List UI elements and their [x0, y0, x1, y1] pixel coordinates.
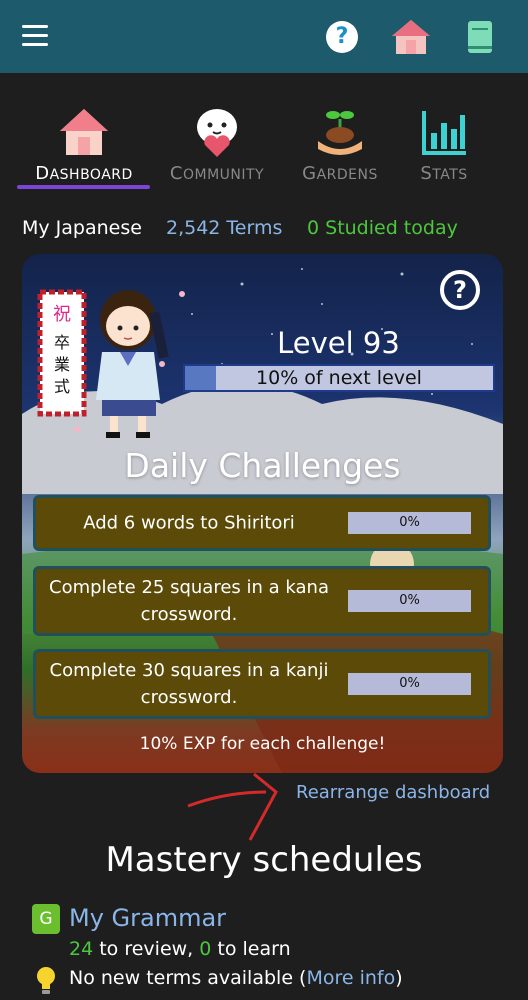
sprout-hand-icon	[318, 111, 362, 155]
no-new-terms-text: No new terms available (	[69, 967, 307, 989]
challenge-progress: 0%	[348, 590, 471, 612]
challenge-item[interactable]: Complete 25 squares in a kana crossword.…	[33, 566, 491, 636]
svg-text:業: 業	[54, 355, 70, 374]
challenge-progress: 0%	[348, 673, 471, 695]
tab-stats-cap: S	[420, 163, 433, 184]
question-circle-icon[interactable]	[326, 21, 358, 53]
challenge-text: Complete 30 squares in a kanji crossword…	[49, 660, 329, 708]
close-paren: )	[395, 967, 403, 989]
daily-challenges-title: Daily Challenges	[124, 446, 401, 485]
challenges-help-icon[interactable]	[440, 270, 480, 310]
tab-gardens-label: ARDENS	[316, 167, 378, 183]
level-label: Level 93	[277, 326, 400, 360]
red-arrow-annotation	[187, 772, 278, 841]
daily-challenges-card: 祝 卒 業 式 Level 93 10% of next level Daily…	[22, 254, 503, 773]
svg-text:祝: 祝	[53, 304, 71, 325]
top-app-bar	[0, 0, 528, 73]
svg-text:式: 式	[54, 377, 70, 396]
challenge-item[interactable]: Add 6 words to Shiritori 0%	[33, 495, 491, 551]
tab-community-cap: C	[169, 163, 183, 184]
house-icon	[60, 109, 108, 155]
learn-count: 0	[199, 938, 212, 960]
grammar-badge-icon: G	[32, 904, 60, 934]
subject-name: My Japanese	[22, 217, 142, 239]
tab-dashboard-cap: D	[35, 163, 50, 184]
review-text: to review,	[93, 938, 200, 960]
review-summary: 24 to review, 0 to learn	[69, 938, 291, 960]
graduate-character-illustration: 祝 卒 業 式	[37, 289, 169, 438]
tab-gardens[interactable]: GARDENS	[280, 105, 400, 184]
challenge-text: Add 6 words to Shiritori	[83, 512, 295, 534]
tab-dashboard[interactable]: DASHBOARD	[24, 105, 144, 184]
house-icon[interactable]	[390, 18, 432, 56]
level-progress-bar: 10% of next level	[183, 364, 495, 392]
tab-gardens-cap: G	[302, 163, 317, 184]
smiley-heart-icon	[197, 109, 237, 157]
subject-summary: My Japanese 2,542 Terms 0 Studied today	[22, 217, 458, 239]
level-progress-text: 10% of next level	[256, 367, 422, 389]
terms-count-link[interactable]: 2,542 Terms	[166, 217, 282, 239]
rearrange-dashboard-link[interactable]: Rearrange dashboard	[296, 782, 490, 803]
tab-stats[interactable]: STATS	[384, 105, 504, 184]
tab-dashboard-label: ASHBOARD	[49, 167, 133, 183]
no-new-terms-note: No new terms available (More info)	[69, 967, 403, 989]
mastery-schedules-title: Mastery schedules	[105, 840, 423, 880]
notebook-icon[interactable]	[466, 20, 494, 54]
learn-text: to learn	[211, 938, 291, 960]
tab-stats-label: TATS	[432, 167, 468, 183]
my-grammar-link[interactable]: My Grammar	[69, 904, 226, 932]
tab-community-label: OMMUNITY	[182, 167, 265, 183]
studied-today: 0 Studied today	[307, 217, 458, 239]
more-info-link[interactable]: More info	[306, 967, 395, 989]
tab-community[interactable]: COMMUNITY	[157, 105, 277, 184]
challenge-item[interactable]: Complete 30 squares in a kanji crossword…	[33, 649, 491, 719]
challenge-progress: 0%	[348, 512, 471, 534]
review-count: 24	[69, 938, 94, 960]
svg-text:卒: 卒	[54, 333, 70, 352]
bar-chart-icon	[422, 111, 466, 155]
hamburger-menu-icon[interactable]	[22, 25, 48, 47]
exp-note: 10% EXP for each challenge!	[139, 734, 386, 754]
active-tab-indicator	[17, 185, 150, 189]
challenge-text: Complete 25 squares in a kana crossword.	[49, 577, 329, 625]
lightbulb-icon	[37, 967, 55, 994]
